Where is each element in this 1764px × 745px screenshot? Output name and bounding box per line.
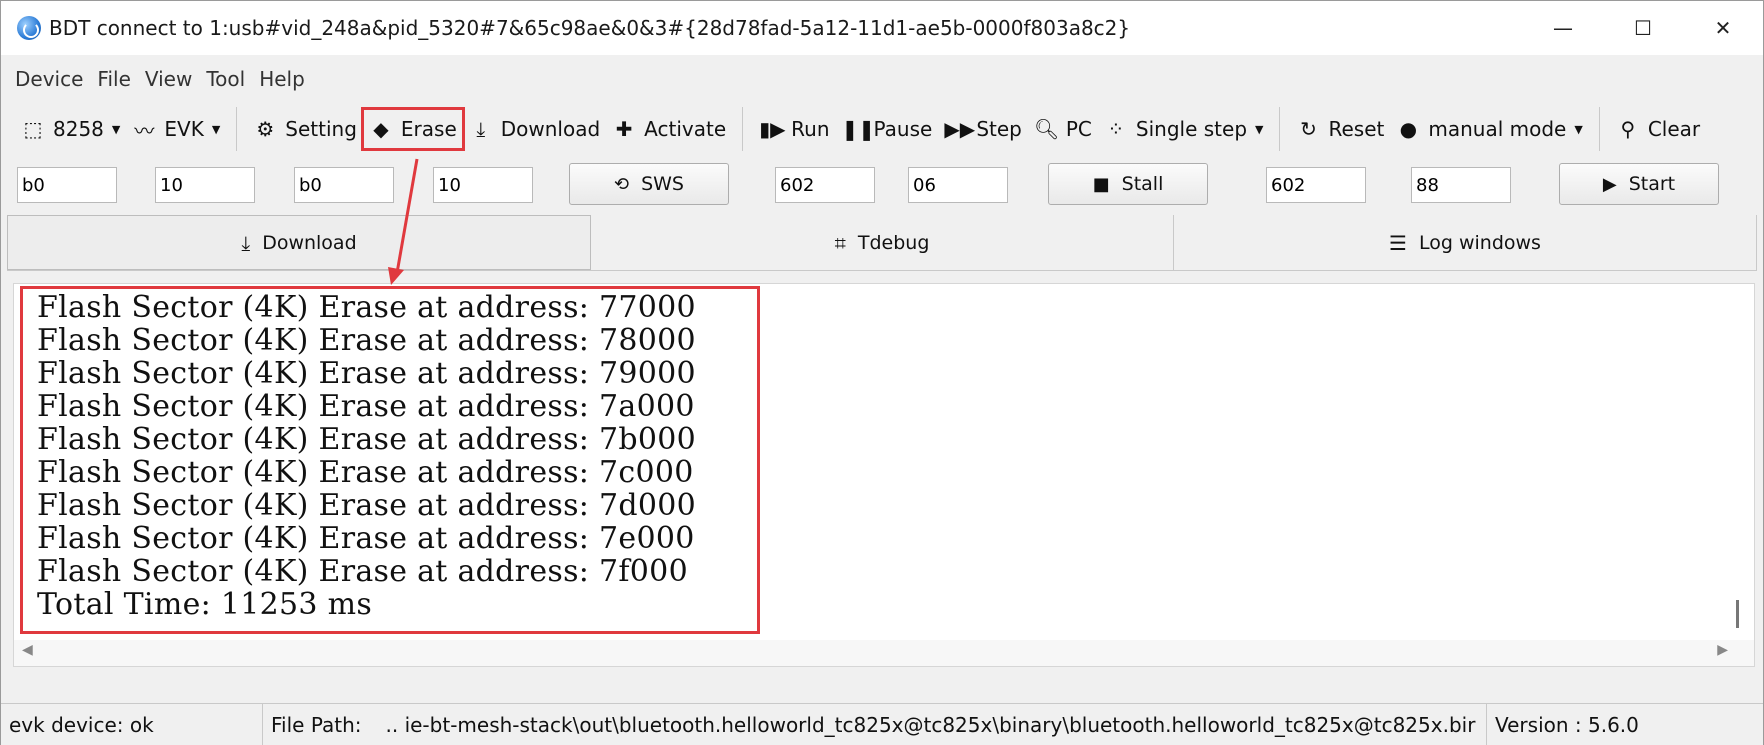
annotation-arrow-line [395,158,419,274]
version-status: Version : 5.6.0 [1495,713,1639,737]
file-path-value: .. ie-bt-mesh-stack\out\bluetooth.hellow… [385,713,1476,737]
annotation-arrow [388,158,419,285]
file-path-label: File Path: [271,713,362,737]
device-status: evk device: ok [1,704,263,745]
file-path-cell: File Path: .. ie-bt-mesh-stack\out\bluet… [263,704,1487,745]
app-window: BDT connect to 1:usb#vid_248a&pid_5320#7… [0,0,1764,745]
status-bar: evk device: ok File Path: .. ie-bt-mesh-… [1,703,1763,745]
annotation-arrow-head [388,267,404,285]
